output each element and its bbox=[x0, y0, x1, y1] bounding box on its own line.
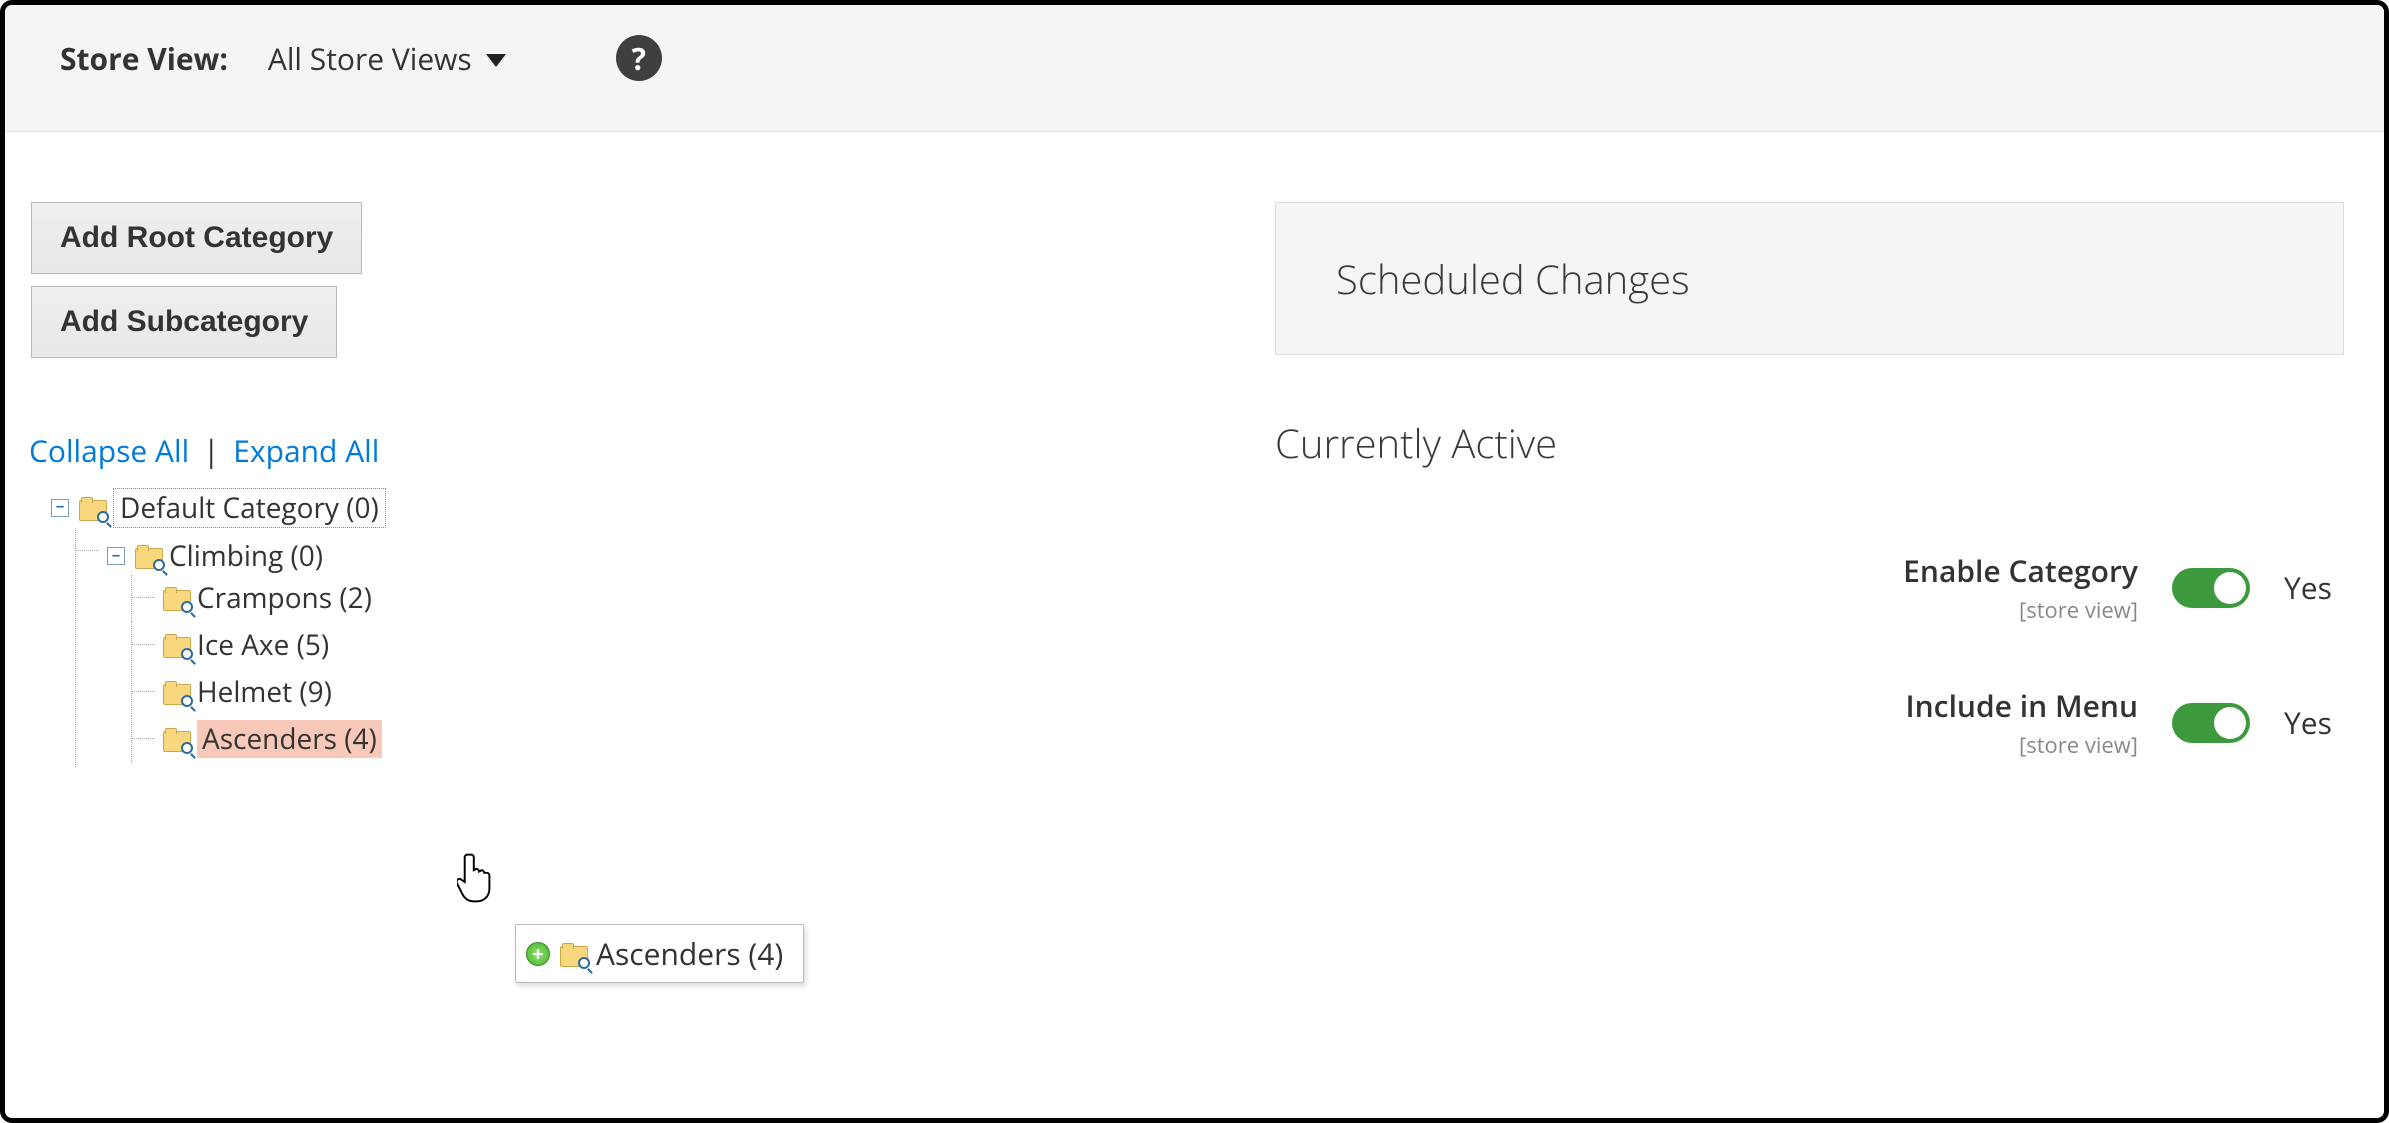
tree-controls: Collapse All | Expand All bbox=[29, 430, 1275, 471]
toggle-knob bbox=[2214, 707, 2246, 739]
magnifier-icon bbox=[181, 601, 193, 613]
tree-node[interactable]: Crampons (2) bbox=[163, 579, 372, 617]
include-in-menu-toggle[interactable] bbox=[2172, 703, 2250, 743]
tree-node-label: Crampons (2) bbox=[197, 579, 372, 617]
scope-label: [store view] bbox=[1903, 595, 2138, 625]
folder-icon bbox=[163, 587, 189, 609]
tree-node-label: Helmet (9) bbox=[197, 673, 332, 711]
scope-label: [store view] bbox=[1905, 730, 2138, 760]
magnifier-icon bbox=[181, 742, 193, 754]
tree-node-child: Helmet (9) bbox=[163, 669, 1275, 716]
tree-node-climbing: − Climbing (0) Crampons (2) bbox=[107, 528, 1275, 768]
chevron-down-icon bbox=[486, 54, 506, 67]
magnifier-icon bbox=[578, 957, 590, 969]
drag-ghost: + Ascenders (4) bbox=[515, 924, 804, 983]
collapse-toggle-icon[interactable]: − bbox=[51, 499, 69, 517]
tree-node-label: Climbing (0) bbox=[169, 537, 323, 575]
toggle-knob bbox=[2214, 572, 2246, 604]
right-column: Scheduled Changes Currently Active Enabl… bbox=[1275, 202, 2384, 820]
folder-icon bbox=[135, 545, 161, 567]
field-label-wrap: Include in Menu [store view] bbox=[1905, 685, 2138, 760]
folder-icon bbox=[163, 728, 189, 750]
magnifier-icon bbox=[181, 648, 193, 660]
tree-node[interactable]: Helmet (9) bbox=[163, 673, 332, 711]
store-view-label: Store View: bbox=[60, 38, 228, 79]
tree-node[interactable]: − Climbing (0) bbox=[107, 537, 323, 575]
tree-node[interactable]: Ascenders (4) bbox=[163, 720, 382, 758]
magnifier-icon bbox=[153, 559, 165, 571]
panel-title: Scheduled Changes bbox=[1336, 251, 1690, 306]
toggle-value: Yes bbox=[2284, 567, 2344, 608]
store-view-bar: Store View: All Store Views ? bbox=[5, 5, 2384, 132]
add-root-category-button[interactable]: Add Root Category bbox=[31, 202, 362, 274]
tree-node-child: Ice Axe (5) bbox=[163, 622, 1275, 669]
cursor-icon bbox=[457, 852, 501, 911]
tree-node-label: Ice Axe (5) bbox=[197, 626, 329, 664]
tree-node-label: Ascenders (4) bbox=[197, 720, 382, 758]
store-view-value: All Store Views bbox=[268, 38, 472, 79]
main-area: Add Root Category Add Subcategory Collap… bbox=[5, 132, 2384, 820]
magnifier-icon bbox=[181, 695, 193, 707]
collapse-all-link[interactable]: Collapse All bbox=[29, 430, 189, 471]
tree-node-child: Ascenders (4) bbox=[163, 716, 1275, 763]
tree-node[interactable]: − Default Category (0) bbox=[51, 488, 386, 528]
field-label: Include in Menu bbox=[1905, 685, 2138, 726]
enable-category-toggle[interactable] bbox=[2172, 568, 2250, 608]
field-include-in-menu: Include in Menu [store view] Yes bbox=[1275, 685, 2344, 760]
field-label: Enable Category bbox=[1903, 550, 2138, 591]
store-view-select[interactable]: All Store Views bbox=[268, 38, 506, 79]
magnifier-icon bbox=[97, 511, 109, 523]
separator: | bbox=[195, 430, 227, 471]
section-title: Currently Active bbox=[1275, 415, 2344, 470]
tree-node-child: Crampons (2) bbox=[163, 575, 1275, 622]
drag-ghost-label: Ascenders (4) bbox=[596, 933, 783, 974]
app-frame: Store View: All Store Views ? Add Root C… bbox=[0, 0, 2389, 1123]
field-label-wrap: Enable Category [store view] bbox=[1903, 550, 2138, 625]
tree-node[interactable]: Ice Axe (5) bbox=[163, 626, 329, 664]
folder-icon bbox=[560, 943, 586, 965]
plus-badge-icon: + bbox=[526, 942, 550, 966]
folder-icon bbox=[79, 497, 105, 519]
folder-icon bbox=[163, 681, 189, 703]
expand-all-link[interactable]: Expand All bbox=[233, 430, 379, 471]
collapse-toggle-icon[interactable]: − bbox=[107, 547, 125, 565]
scheduled-changes-panel[interactable]: Scheduled Changes bbox=[1275, 202, 2344, 355]
folder-icon bbox=[163, 634, 189, 656]
tree-node-root: − Default Category (0) − Climbing (0) bbox=[51, 479, 1275, 771]
tree-node-label: Default Category (0) bbox=[113, 488, 386, 528]
add-subcategory-button[interactable]: Add Subcategory bbox=[31, 286, 337, 358]
help-icon[interactable]: ? bbox=[616, 35, 662, 81]
toggle-value: Yes bbox=[2284, 702, 2344, 743]
category-tree: − Default Category (0) − Climbing (0) bbox=[51, 479, 1275, 771]
left-column: Add Root Category Add Subcategory Collap… bbox=[5, 202, 1275, 820]
field-enable-category: Enable Category [store view] Yes bbox=[1275, 550, 2344, 625]
